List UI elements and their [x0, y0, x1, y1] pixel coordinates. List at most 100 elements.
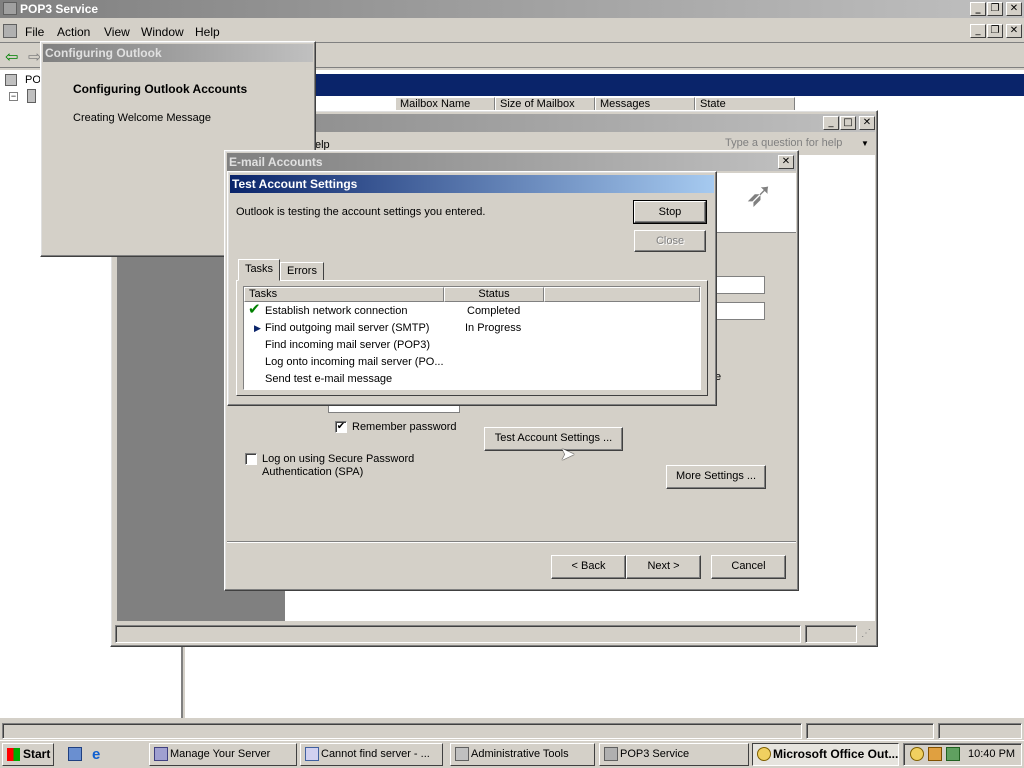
task-name: Log onto incoming mail server (PO... — [265, 356, 444, 368]
remember-password-label[interactable]: Remember password — [352, 421, 457, 433]
close-dialog-button[interactable]: Close — [634, 230, 706, 252]
outlook-status-bar: ⋰ — [115, 624, 875, 644]
tasks-column-header[interactable]: Tasks — [244, 287, 444, 302]
configuring-heading: Configuring Outlook Accounts — [73, 82, 248, 96]
server-icon — [27, 89, 36, 103]
tray-network-icon[interactable] — [946, 747, 960, 761]
task-row: Send test e-mail message — [244, 371, 700, 388]
email-accounts-close-button[interactable]: ✕ — [778, 155, 794, 169]
system-tray: 10:40 PM — [903, 743, 1022, 766]
spa-checkbox[interactable] — [245, 453, 257, 465]
taskbar-cannot-find-server[interactable]: Cannot find server - ... — [300, 743, 443, 766]
task-row: Find incoming mail server (POP3) — [244, 337, 700, 354]
status-panel-1 — [2, 723, 802, 739]
check-icon: ✔ — [248, 300, 261, 318]
menu-help[interactable]: Help — [195, 25, 220, 39]
outlook-minimize-button[interactable]: _ — [823, 116, 839, 130]
taskbar-manage-your-server[interactable]: Manage Your Server — [149, 743, 297, 766]
resize-grip-icon[interactable]: ⋰ — [861, 628, 871, 639]
mdi-restore-button[interactable]: ❐ — [987, 24, 1003, 38]
tray-clock[interactable]: 10:40 PM — [968, 748, 1015, 760]
browser-icon — [305, 747, 319, 761]
outlook-clock-icon — [757, 747, 771, 761]
stop-button[interactable]: Stop — [633, 200, 707, 224]
taskbar-button-label: Microsoft Office Out... — [773, 747, 899, 761]
main-titlebar: POP3 Service _ ❐ ✕ — [0, 0, 1024, 18]
more-settings-button[interactable]: More Settings ... — [666, 465, 766, 489]
tab-errors[interactable]: Errors — [280, 262, 324, 281]
task-name: Send test e-mail message — [265, 373, 393, 385]
account-field-1[interactable] — [715, 276, 765, 294]
show-desktop-icon[interactable] — [68, 747, 82, 761]
mdi-minimize-button[interactable]: _ — [970, 24, 986, 38]
taskbar-button-label: Administrative Tools — [471, 748, 569, 760]
remember-password-checkbox[interactable]: ✔ — [335, 421, 347, 433]
blank-column-header — [544, 287, 700, 302]
test-account-settings-button[interactable]: Test Account Settings ... — [484, 427, 623, 451]
menu-file[interactable]: File — [25, 25, 44, 39]
back-arrow-icon[interactable]: ⇦ — [5, 47, 18, 66]
start-label: Start — [23, 747, 51, 761]
question-dropdown-icon[interactable]: ▼ — [861, 139, 869, 148]
tray-tool-icon[interactable] — [928, 747, 942, 761]
configuring-title: Configuring Outlook — [45, 46, 162, 60]
spa-label-line1[interactable]: Log on using Secure Password — [262, 453, 414, 465]
taskbar-microsoft-office-outlook[interactable]: Microsoft Office Out... — [752, 743, 899, 766]
app-icon — [3, 2, 17, 15]
status-column-header[interactable]: Status — [444, 287, 544, 302]
cancel-button[interactable]: Cancel — [711, 555, 786, 579]
task-name: Find incoming mail server (POP3) — [265, 339, 431, 351]
configuring-titlebar: Configuring Outlook — [43, 44, 313, 62]
status-panel-3 — [938, 723, 1022, 739]
task-row: Log onto incoming mail server (PO... — [244, 354, 700, 371]
tab-tasks[interactable]: Tasks — [238, 259, 280, 281]
close-button[interactable]: ✕ — [1006, 2, 1022, 16]
taskbar-pop3-service[interactable]: POP3 Service — [599, 743, 749, 766]
restore-button[interactable]: ❐ — [987, 2, 1003, 16]
task-row: ▶ Find outgoing mail server (SMTP) In Pr… — [244, 320, 700, 337]
taskbar-administrative-tools[interactable]: Administrative Tools — [450, 743, 595, 766]
mdi-close-button[interactable]: ✕ — [1006, 24, 1022, 38]
test-account-title: Test Account Settings — [232, 177, 358, 191]
outlook-maximize-button[interactable]: □ — [840, 116, 856, 130]
task-name: Establish network connection — [265, 305, 408, 317]
internet-explorer-icon[interactable]: e — [92, 746, 100, 763]
menu-window[interactable]: Window — [141, 25, 184, 39]
menu-view[interactable]: View — [104, 25, 130, 39]
outlook-status-panel-2 — [805, 625, 857, 643]
next-button[interactable]: Next > — [626, 555, 701, 579]
task-status: Completed — [467, 305, 521, 317]
mouse-cursor-icon: ➤ — [560, 444, 576, 465]
tree-root-icon — [5, 74, 17, 86]
taskbar-button-label: Manage Your Server — [170, 748, 271, 760]
start-button[interactable]: Start — [2, 743, 54, 766]
status-panel-2 — [806, 723, 934, 739]
pop3-icon — [604, 747, 618, 761]
mmc-menu-icon[interactable] — [3, 24, 17, 38]
minimize-button[interactable]: _ — [970, 2, 986, 16]
back-button[interactable]: < Back — [551, 555, 626, 579]
tray-clock-icon[interactable] — [910, 747, 924, 761]
tasks-list: Tasks Status ✔ Establish network connect… — [243, 286, 701, 390]
tree-expand-icon[interactable]: − — [9, 92, 18, 101]
outlook-close-button[interactable]: ✕ — [859, 116, 875, 130]
tasks-panel: Tasks Status ✔ Establish network connect… — [236, 280, 708, 396]
test-message: Outlook is testing the account settings … — [236, 206, 486, 218]
menu-action[interactable]: Action — [57, 25, 90, 39]
main-status-bar — [0, 721, 1024, 741]
email-accounts-title: E-mail Accounts — [229, 155, 323, 169]
configuring-status: Creating Welcome Message — [73, 112, 211, 124]
main-title: POP3 Service — [20, 2, 99, 16]
tools-icon — [455, 747, 469, 761]
task-status: In Progress — [465, 322, 522, 334]
taskbar-button-label: Cannot find server - ... — [321, 748, 430, 760]
email-accounts-separator — [227, 541, 796, 543]
menu-bar: File Action View Window Help _ ❐ ✕ — [0, 21, 1024, 43]
quick-launch: e — [60, 744, 140, 766]
spa-label-line2[interactable]: Authentication (SPA) — [262, 466, 363, 478]
test-account-dialog: Test Account Settings Outlook is testing… — [227, 171, 717, 406]
account-field-2[interactable] — [715, 302, 765, 320]
server-icon — [154, 747, 168, 761]
cursor-sparkle-icon: ➶ — [745, 175, 774, 215]
question-help-box[interactable]: Type a question for help — [725, 137, 865, 149]
